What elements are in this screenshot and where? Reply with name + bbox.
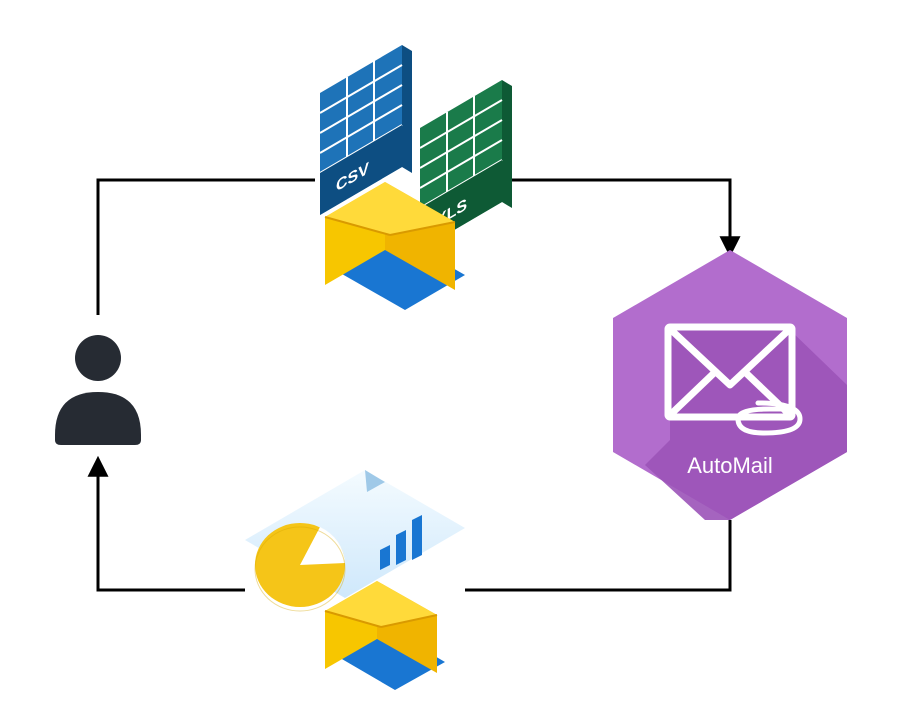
automail-label: AutoMail — [687, 453, 773, 478]
report-node — [245, 470, 465, 690]
arrow-user-to-files — [98, 180, 315, 315]
arrow-report-to-user — [98, 460, 245, 590]
arrow-automail-to-report — [465, 520, 730, 590]
csv-file-icon: CSV — [320, 45, 412, 215]
automail-node: AutoMail — [613, 250, 847, 520]
user-icon — [55, 335, 141, 445]
arrow-files-to-automail — [510, 180, 730, 253]
hexagon-shadow — [645, 330, 847, 520]
files-node: CSV XLS — [320, 45, 512, 310]
pie-chart-icon — [255, 523, 345, 611]
flow-diagram: CSV XLS — [0, 0, 903, 711]
user-node — [55, 335, 141, 445]
